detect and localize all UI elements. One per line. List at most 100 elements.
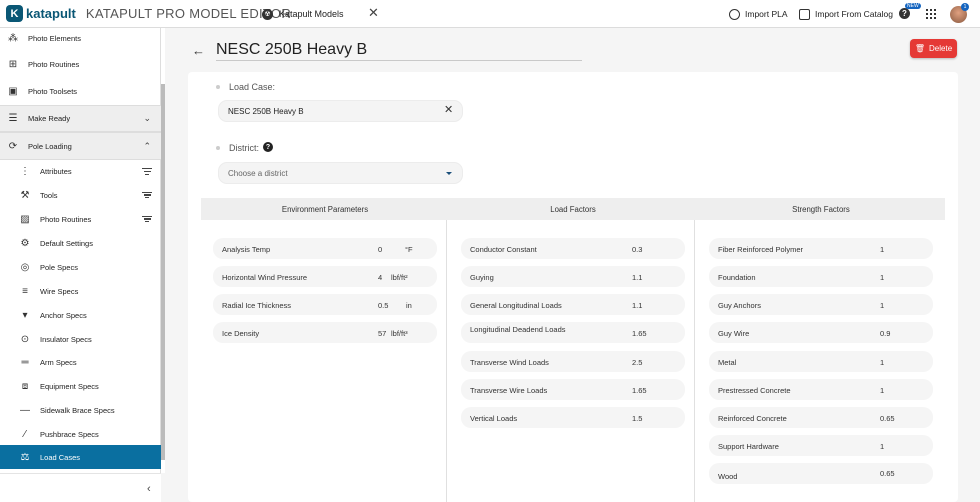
page-title[interactable]: NESC 250B Heavy B (216, 41, 367, 59)
param-name: Horizontal Wind Pressure (222, 273, 308, 282)
param-name: Radial Ice Thickness (222, 301, 292, 310)
trash-icon: 🗑 (914, 44, 926, 53)
chevron-down-icon: ⌄ (143, 113, 151, 123)
sidebar-item-default-settings[interactable]: ⚙ Default Settings (0, 231, 161, 255)
sidebar-item-equipment-specs[interactable]: ⧈ Equipment Specs (0, 374, 161, 398)
sidebar-item-tools[interactable]: ⚒ Tools (0, 183, 161, 207)
factor-name: General Longitudinal Loads (470, 301, 562, 310)
factor-value[interactable]: 1.65 (632, 386, 647, 395)
sidebar-item-label: Default Settings (40, 238, 93, 248)
sidebar-item-attributes[interactable]: ⋮ Attributes (0, 160, 161, 183)
factor-value[interactable]: 0.65 (880, 469, 895, 478)
factor-value[interactable]: 1 (880, 301, 884, 310)
pole-icon: ◎ (20, 261, 30, 273)
strength-factor-row[interactable]: Guy Wire 0.9 (709, 322, 933, 343)
factor-value[interactable]: 0.9 (880, 329, 890, 338)
sidebar-item-wire-specs[interactable]: ≡ Wire Specs (0, 279, 161, 303)
dropdown-arrow-icon[interactable] (446, 172, 452, 175)
filter-icon[interactable] (142, 190, 152, 200)
load-case-value: NESC 250B Heavy B (228, 106, 304, 116)
strength-factor-row[interactable]: Reinforced Concrete 0.65 (709, 407, 933, 428)
strength-factor-row[interactable]: Fiber Reinforced Polymer 1 (709, 238, 933, 259)
param-name: Ice Density (222, 329, 260, 338)
param-value[interactable]: 0 (378, 245, 382, 254)
apps-grid-icon[interactable] (926, 9, 936, 19)
collapse-sidebar-icon[interactable]: ‹ (147, 483, 151, 495)
import-icon (729, 8, 740, 20)
factor-value[interactable]: 1 (880, 358, 884, 367)
factor-name: Guy Wire (718, 329, 750, 338)
load-factor-row[interactable]: Conductor Constant 0.3 (461, 238, 685, 259)
header-load-factors: Load Factors (550, 205, 596, 214)
sidebar-group-make-ready[interactable]: ☰ Make Ready ⌄ (0, 105, 161, 132)
factor-value[interactable]: 1.65 (632, 329, 647, 338)
add-box-icon: ⊞ (8, 58, 18, 70)
environment-row[interactable]: Radial Ice Thickness 0.5 in (213, 294, 437, 315)
param-value[interactable]: 57 (378, 329, 386, 338)
strength-factor-row[interactable]: Foundation 1 (709, 266, 933, 287)
param-unit: lbf/ft³ (391, 329, 408, 338)
environment-row[interactable]: Analysis Temp 0 °F (213, 238, 437, 259)
sidebar-group-pole-loading[interactable]: ⟳ Pole Loading ⌃ (0, 132, 161, 160)
factor-value[interactable]: 1 (880, 273, 884, 282)
help-icon[interactable]: ? (899, 8, 910, 19)
factor-value[interactable]: 1 (880, 442, 884, 451)
back-arrow-icon[interactable]: ← (192, 43, 205, 58)
help-icon[interactable]: ? (263, 142, 273, 152)
factor-value[interactable]: 1 (880, 245, 884, 254)
factor-value[interactable]: 1.1 (632, 273, 642, 282)
load-factor-row[interactable]: Vertical Loads 1.5 (461, 407, 685, 428)
factor-value[interactable]: 1 (880, 386, 884, 395)
filter-icon[interactable] (142, 214, 152, 224)
katapult-logo-icon: K (6, 5, 23, 22)
sidebar-item-arm-specs[interactable]: ═ Arm Specs (0, 351, 161, 374)
sidebar-item-pole-specs[interactable]: ◎ Pole Specs (0, 255, 161, 279)
delete-button[interactable]: 🗑 Delete (910, 39, 957, 58)
clear-icon[interactable]: ✕ (444, 103, 453, 116)
load-factor-row[interactable]: General Longitudinal Loads 1.1 (461, 294, 685, 315)
filter-icon[interactable] (142, 167, 152, 177)
param-unit: lbf/ft² (391, 273, 408, 282)
param-value[interactable]: 4 (378, 273, 382, 282)
strength-factor-row[interactable]: Metal 1 (709, 351, 933, 372)
load-factor-row[interactable]: Longitudinal Deadend Loads 1.65 (461, 322, 685, 343)
equipment-icon: ⧈ (21, 380, 29, 392)
factor-value[interactable]: 2.5 (632, 358, 642, 367)
sidebar-scrollbar-thumb[interactable] (161, 84, 165, 460)
import-pla-button[interactable]: Import PLA (729, 6, 788, 22)
sidebar-item-anchor-specs[interactable]: ▾ Anchor Specs (0, 303, 161, 327)
strength-factor-row[interactable]: Prestressed Concrete 1 (709, 379, 933, 400)
load-factor-row[interactable]: Transverse Wind Loads 2.5 (461, 351, 685, 372)
strength-factor-row[interactable]: Support Hardware 1 (709, 435, 933, 456)
load-factor-row[interactable]: Transverse Wire Loads 1.65 (461, 379, 685, 400)
sidebar-item-insulator-specs[interactable]: ⊙ Insulator Specs (0, 327, 161, 351)
sidebar-item-photo-elements[interactable]: ⁂ Photo Elements (0, 28, 161, 48)
district-select[interactable]: Choose a district (218, 162, 463, 184)
sidebar-item-label: Tools (40, 190, 58, 200)
factor-value[interactable]: 1.1 (632, 301, 642, 310)
load-factor-row[interactable]: Guying 1.1 (461, 266, 685, 287)
strength-factor-row[interactable]: Guy Anchors 1 (709, 294, 933, 315)
logo-text: katapult (26, 6, 76, 21)
param-value[interactable]: 0.5 (378, 301, 388, 310)
environment-row[interactable]: Ice Density 57 lbf/ft³ (213, 322, 437, 343)
strength-factor-row[interactable]: Wood 0.65 (709, 463, 933, 484)
sidebar-item-sidewalk-brace-specs[interactable]: — Sidewalk Brace Specs (0, 398, 161, 422)
factor-value[interactable]: 0.3 (632, 245, 642, 254)
sidebar-item-photo-routines-sub[interactable]: ▨ Photo Routines (0, 207, 161, 231)
sidebar-item-label: Photo Toolsets (28, 86, 78, 96)
import-from-catalog-button[interactable]: Import From Catalog (799, 6, 893, 22)
factor-value[interactable]: 0.65 (880, 414, 895, 423)
sidebar-item-pushbrace-specs[interactable]: ⁄ Pushbrace Specs (0, 422, 161, 446)
pushbrace-icon: ⁄ (24, 428, 26, 440)
close-icon[interactable]: ✕ (368, 5, 379, 21)
sidebar-item-photo-routines[interactable]: ⊞ Photo Routines (0, 52, 161, 76)
environment-row[interactable]: Horizontal Wind Pressure 4 lbf/ft² (213, 266, 437, 287)
katapult-logo[interactable]: K katapult (6, 0, 76, 28)
load-case-field[interactable]: NESC 250B Heavy B (218, 100, 463, 122)
tab-katapult-models[interactable]: ☢ Katapult Models ✕ (252, 0, 388, 28)
factor-value[interactable]: 1.5 (632, 414, 642, 423)
anchor-icon: ▾ (22, 309, 28, 321)
sidebar-item-load-cases[interactable]: ⚖ Load Cases (0, 445, 161, 469)
sidebar-item-photo-toolsets[interactable]: ▣ Photo Toolsets (0, 79, 161, 103)
